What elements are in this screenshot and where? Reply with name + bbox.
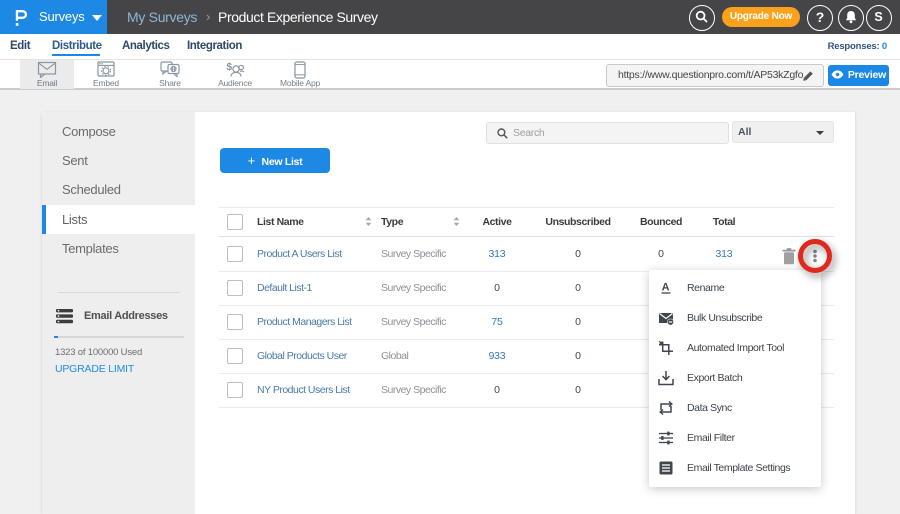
svg-text:A: A xyxy=(662,281,670,293)
svg-text:$: $ xyxy=(227,62,233,73)
